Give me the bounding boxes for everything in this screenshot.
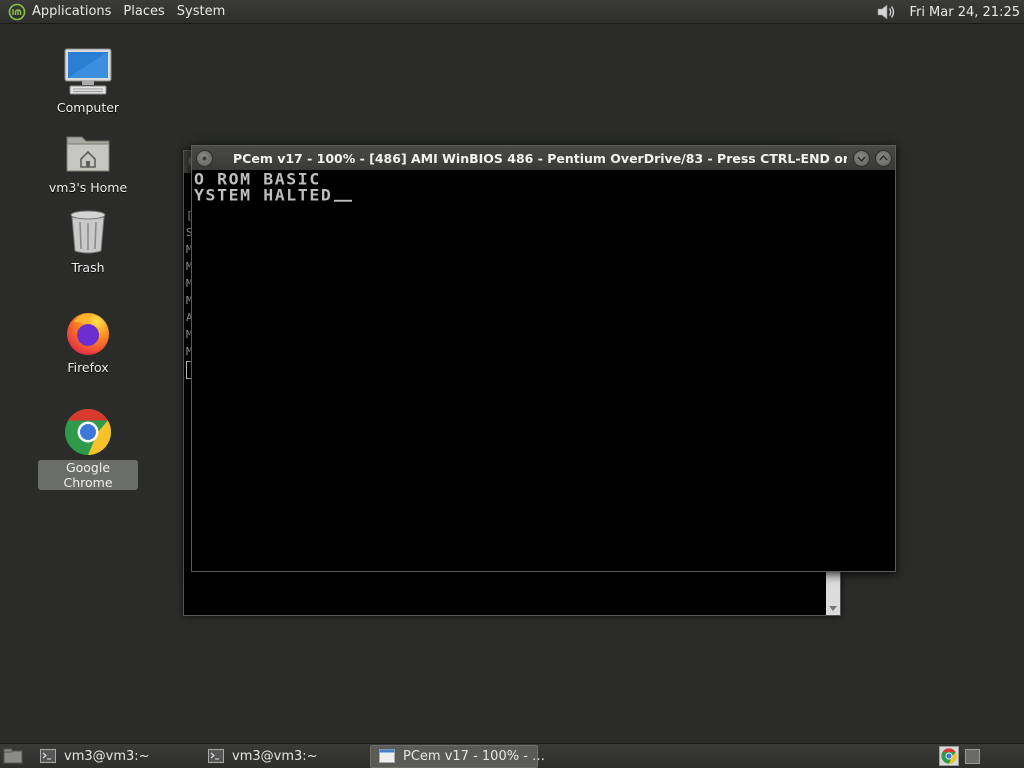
taskbar-item-label: vm3@vm3:~	[232, 748, 318, 764]
minimize-button[interactable]	[853, 149, 870, 167]
bottom-panel: vm3@vm3:~ vm3@vm3:~ PCem v17 - 100% - …	[0, 743, 1024, 768]
top-panel: Applications Places System Fri Mar 24, 2…	[0, 0, 1024, 24]
pcem-window[interactable]: PCem v17 - 100% - [486] AMI WinBIOS 486 …	[191, 145, 896, 572]
desktop-icon-trash[interactable]: Trash	[38, 206, 138, 275]
desktop-icon-chrome[interactable]: Google Chrome	[38, 406, 138, 490]
show-desktop-button[interactable]	[0, 744, 26, 768]
terminal-icon	[40, 749, 56, 763]
desktop-icon-computer[interactable]: Computer	[38, 46, 138, 115]
desktop-icon-label: Computer	[56, 100, 120, 115]
volume-icon[interactable]	[873, 0, 899, 24]
window-title: PCem v17 - 100% - [486] AMI WinBIOS 486 …	[233, 150, 847, 166]
places-menu[interactable]: Places	[117, 0, 170, 24]
window-menu-button[interactable]	[196, 149, 213, 167]
taskbar-item-label: vm3@vm3:~	[64, 748, 150, 764]
maximize-button[interactable]	[875, 149, 892, 167]
clock[interactable]: Fri Mar 24, 21:25	[903, 5, 1024, 20]
terminal-scrollbar[interactable]	[826, 569, 840, 615]
bios-message-text: YSTEM HALTED	[194, 186, 333, 205]
desktop-icon-home[interactable]: vm3's Home	[38, 126, 138, 195]
desktop-icon-label: Trash	[71, 260, 105, 275]
computer-icon	[62, 46, 114, 98]
distro-logo-icon[interactable]	[6, 2, 28, 22]
desktop-icon-label: vm3's Home	[48, 180, 128, 195]
home-folder-icon	[62, 126, 114, 178]
trash-icon	[62, 206, 114, 258]
bios-message-line-2: YSTEM HALTED	[194, 186, 353, 205]
taskbar-item-terminal-2[interactable]: vm3@vm3:~	[200, 745, 365, 768]
bios-message-line: O ROM BASIC	[194, 170, 321, 189]
window-list-icon[interactable]	[965, 748, 980, 764]
top-panel-tray: Fri Mar 24, 21:25	[873, 0, 1024, 24]
chrome-icon[interactable]	[939, 746, 959, 766]
emulator-screen[interactable]: O ROM BASIC YSTEM HALTED	[193, 171, 894, 571]
desktop-icon-firefox[interactable]: Firefox	[38, 306, 138, 375]
desktop-icon-label: Google Chrome	[38, 460, 138, 490]
applications-menu[interactable]: Applications	[28, 0, 117, 24]
text-cursor	[334, 199, 353, 202]
desktop-icon-label: Firefox	[67, 360, 109, 375]
taskbar-item-terminal-1[interactable]: vm3@vm3:~	[32, 745, 197, 768]
bottom-tray	[939, 746, 980, 766]
system-menu[interactable]: System	[171, 0, 231, 24]
chrome-icon	[62, 406, 114, 458]
terminal-icon	[208, 749, 224, 763]
scroll-down-arrow-icon[interactable]	[829, 606, 837, 611]
taskbar-item-label: PCem v17 - 100% - …	[403, 748, 546, 764]
taskbar-item-pcem[interactable]: PCem v17 - 100% - …	[370, 744, 545, 768]
firefox-icon	[62, 306, 114, 358]
window-icon	[379, 749, 395, 763]
show-desktop-icon	[3, 748, 23, 764]
pcem-titlebar[interactable]: PCem v17 - 100% - [486] AMI WinBIOS 486 …	[192, 146, 895, 170]
